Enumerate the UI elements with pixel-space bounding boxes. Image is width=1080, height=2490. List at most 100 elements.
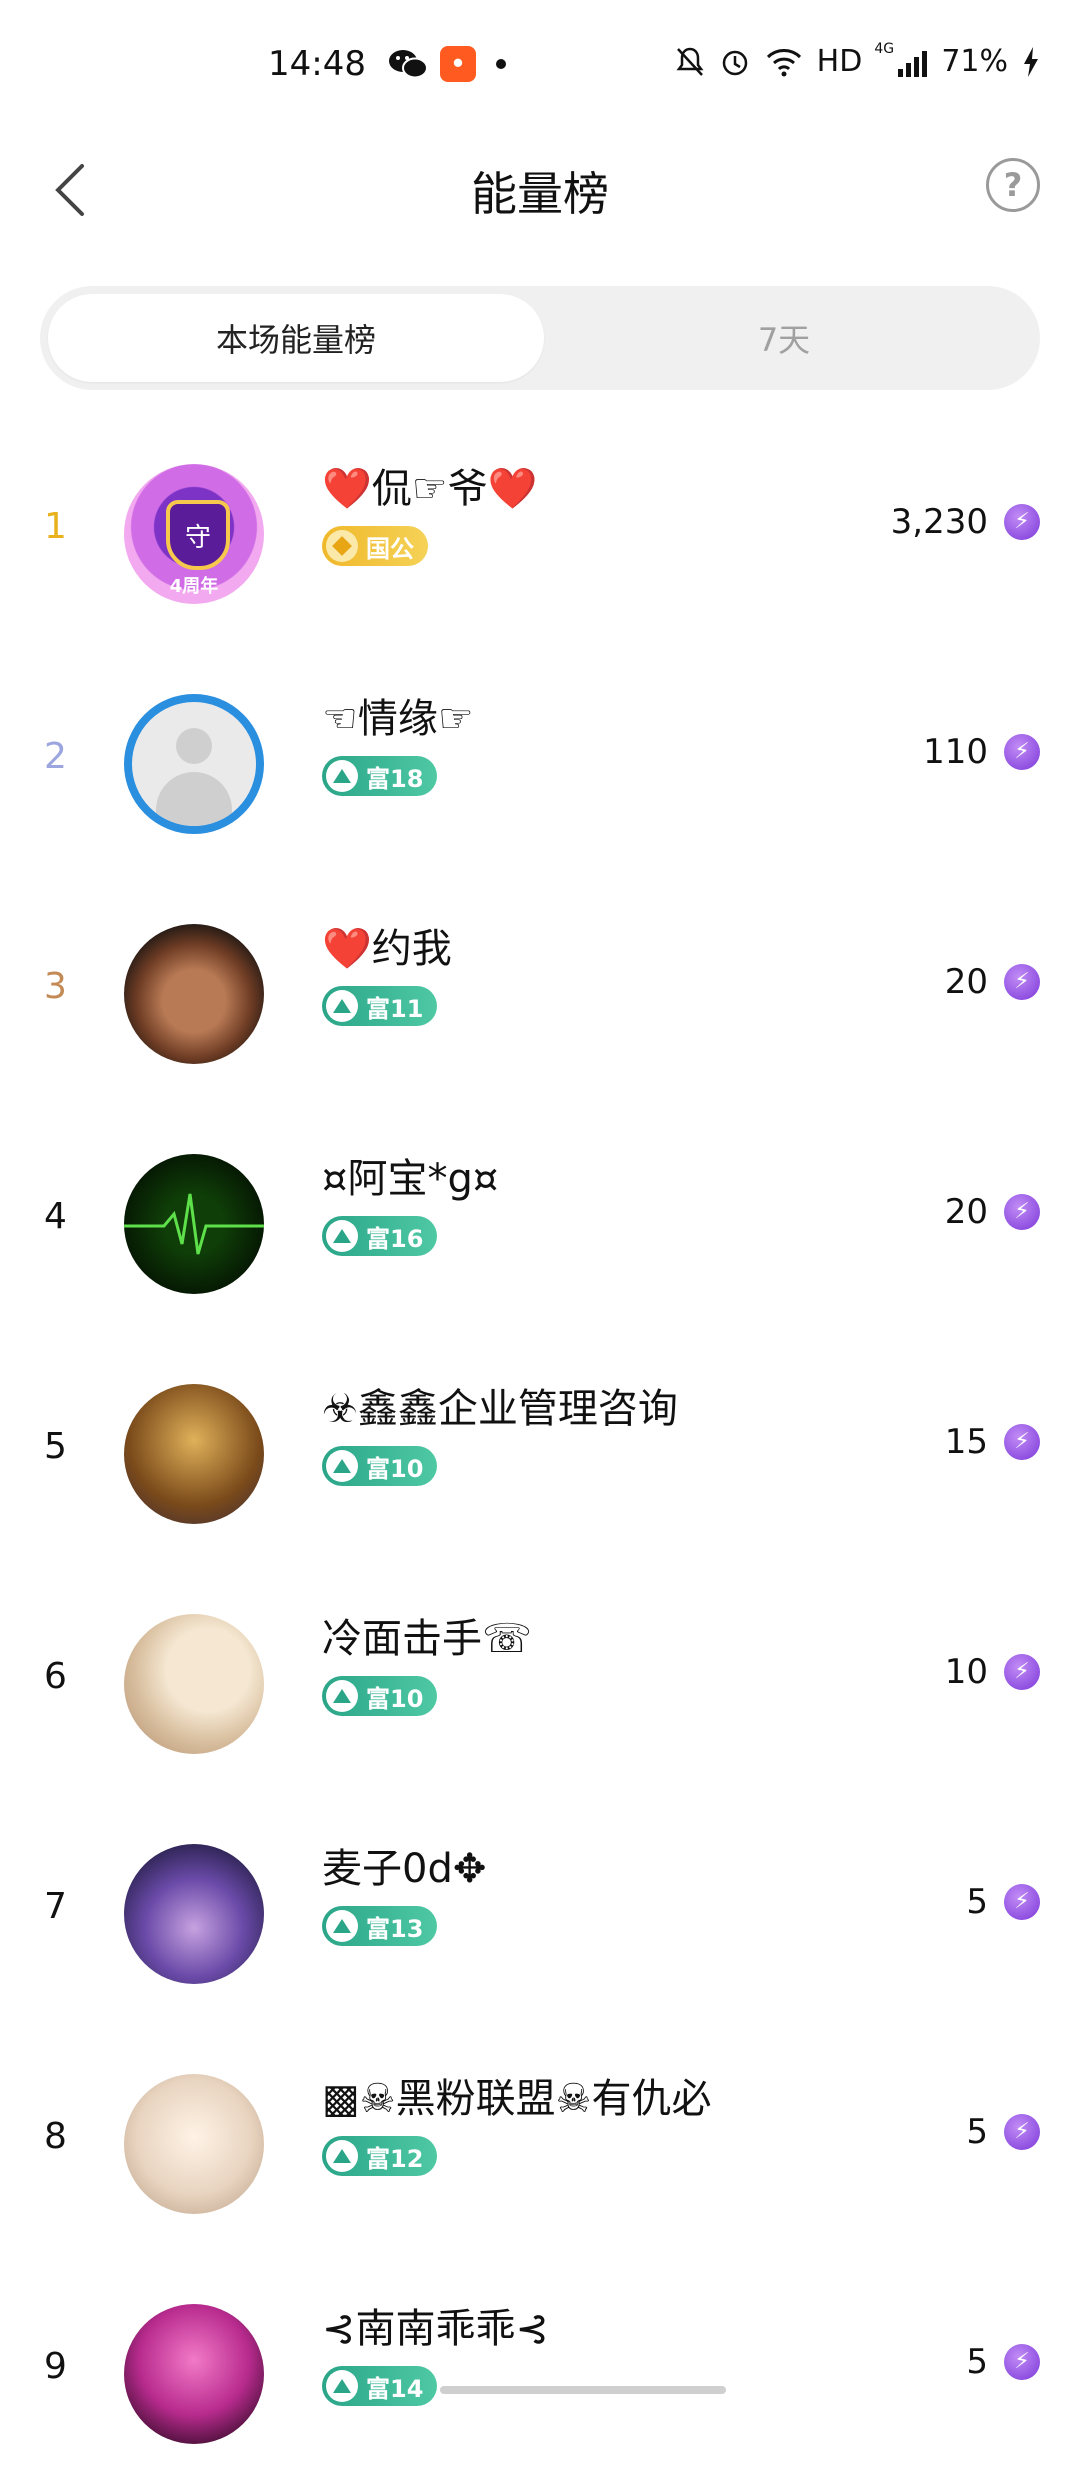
energy-score: 5 (966, 2112, 988, 2152)
badge-label: 富13 (366, 1914, 424, 1943)
user-name: ⊰南南乖乖⊰ (322, 2306, 550, 2352)
status-bar: 14:48 ꔷ HD 4G 71% (0, 0, 1080, 140)
rank-number: 7 (44, 1886, 67, 1927)
home-indicator[interactable] (440, 2386, 726, 2394)
app-notification-icon: ꔷ (440, 46, 476, 82)
avatar[interactable] (124, 694, 264, 834)
energy-bolt-icon: ⚡ (1004, 734, 1040, 770)
wechat-icon (388, 46, 428, 82)
default-avatar-body (156, 772, 232, 826)
avatar[interactable] (124, 1384, 264, 1524)
badge-label: 国公 (366, 534, 414, 563)
signal-icon: 4G (874, 41, 928, 77)
wealth-badge: 富14 (322, 2366, 438, 2406)
badge-label: 富14 (366, 2374, 424, 2403)
wealth-level-icon (326, 2140, 358, 2172)
leaderboard-row[interactable]: 1 守 4周年 ❤️侃☞爷❤️ 国公 3,230 ⚡ (0, 420, 1080, 650)
mute-bell-icon (675, 46, 705, 78)
avatar[interactable] (124, 924, 264, 1064)
wealth-badge: 富12 (322, 2136, 438, 2176)
avatar[interactable] (124, 1614, 264, 1754)
avatar-frame-label: 4周年 (169, 576, 219, 597)
noble-badge: 国公 (322, 526, 428, 566)
energy-bolt-icon: ⚡ (1004, 2114, 1040, 2150)
wealth-badge: 富13 (322, 1906, 438, 1946)
battery-percent: 71% (941, 44, 1008, 79)
rank-number: 5 (44, 1426, 67, 1467)
avatar[interactable] (124, 2304, 264, 2444)
help-icon[interactable]: ? (986, 158, 1040, 212)
wealth-level-icon (326, 1910, 358, 1942)
avatar[interactable] (124, 2074, 264, 2214)
energy-score: 5 (966, 2342, 988, 2382)
tab-7-days[interactable]: 7天 (536, 294, 1032, 382)
user-name: ☣鑫鑫企业管理咨询 (322, 1386, 678, 1432)
leaderboard-row[interactable]: 4 ¤阿宝*g¤ 富16 20 ⚡ (0, 1110, 1080, 1340)
energy-bolt-icon: ⚡ (1004, 504, 1040, 540)
more-notifications-dot (496, 59, 506, 69)
alarm-icon (719, 46, 751, 78)
badge-label: 富11 (366, 994, 424, 1023)
avatar[interactable] (124, 1154, 264, 1294)
badge-label: 富18 (366, 764, 424, 793)
diamond-icon (326, 530, 358, 562)
energy-bolt-icon: ⚡ (1004, 1424, 1040, 1460)
page-title: 能量榜 (471, 167, 609, 221)
wealth-level-icon (326, 1680, 358, 1712)
badge-label: 富16 (366, 1224, 424, 1253)
user-name: 麦子0d✥ (322, 1846, 487, 1892)
wealth-level-icon (326, 2370, 358, 2402)
avatar[interactable]: 守 4周年 (124, 464, 264, 604)
signal-label: 4G (874, 40, 895, 57)
leaderboard-row[interactable]: 9 ⊰南南乖乖⊰ 富14 5 ⚡ (0, 2260, 1080, 2490)
leaderboard-row[interactable]: 2 ☜情缘☞ 富18 110 ⚡ (0, 650, 1080, 880)
wealth-level-icon (326, 1220, 358, 1252)
wealth-badge: 富18 (322, 756, 438, 796)
tab-current-session[interactable]: 本场能量榜 (48, 294, 544, 382)
user-name: ❤️约我 (322, 926, 452, 972)
energy-score: 10 (944, 1652, 988, 1692)
badge-label: 富10 (366, 1454, 424, 1483)
wealth-level-icon (326, 1450, 358, 1482)
badge-label: 富10 (366, 1684, 424, 1713)
header: 能量榜 ? (0, 140, 1080, 240)
rank-number: 3 (44, 966, 67, 1007)
status-time: 14:48 (268, 44, 366, 84)
user-name: ☜情缘☞ (322, 696, 474, 742)
default-avatar-head (176, 728, 212, 764)
leaderboard-row[interactable]: 7 麦子0d✥ 富13 5 ⚡ (0, 1800, 1080, 2030)
wealth-level-icon (326, 990, 358, 1022)
user-name: ❤️侃☞爷❤️ (322, 466, 538, 512)
energy-score: 5 (966, 1882, 988, 1922)
energy-score: 20 (944, 962, 988, 1002)
wealth-badge: 富11 (322, 986, 438, 1026)
heartbeat-line-icon (124, 1193, 264, 1255)
avatar[interactable] (124, 1844, 264, 1984)
leaderboard-row[interactable]: 6 冷面击手☏ 富10 10 ⚡ (0, 1570, 1080, 1800)
wealth-badge: 富10 (322, 1446, 438, 1486)
network-hd-label: HD (816, 44, 863, 79)
rank-number: 2 (44, 736, 67, 777)
guard-shield-icon: 守 (166, 500, 230, 570)
leaderboard-row[interactable]: 5 ☣鑫鑫企业管理咨询 富10 15 ⚡ (0, 1340, 1080, 1570)
energy-bolt-icon: ⚡ (1004, 1654, 1040, 1690)
energy-score: 15 (944, 1422, 988, 1462)
energy-bolt-icon: ⚡ (1004, 2344, 1040, 2380)
user-name: ¤阿宝*g¤ (322, 1156, 499, 1202)
wifi-icon (765, 47, 803, 77)
rank-number: 1 (44, 506, 67, 547)
energy-bolt-icon: ⚡ (1004, 1884, 1040, 1920)
wealth-badge: 富10 (322, 1676, 438, 1716)
energy-bolt-icon: ⚡ (1004, 964, 1040, 1000)
badge-label: 富12 (366, 2144, 424, 2173)
leaderboard-row[interactable]: 8 ▩☠黑粉联盟☠有仇必 富12 5 ⚡ (0, 2030, 1080, 2260)
user-name: ▩☠黑粉联盟☠有仇必 (322, 2076, 712, 2122)
energy-score: 3,230 (890, 502, 988, 542)
status-right: HD 4G 71% (675, 41, 1040, 79)
rank-number: 8 (44, 2116, 67, 2157)
rank-number: 9 (44, 2346, 67, 2387)
energy-score: 110 (923, 732, 988, 772)
leaderboard-row[interactable]: 3 ❤️约我 富11 20 ⚡ (0, 880, 1080, 1110)
rank-number: 6 (44, 1656, 67, 1697)
tab-switcher: 本场能量榜 7天 (40, 286, 1040, 390)
